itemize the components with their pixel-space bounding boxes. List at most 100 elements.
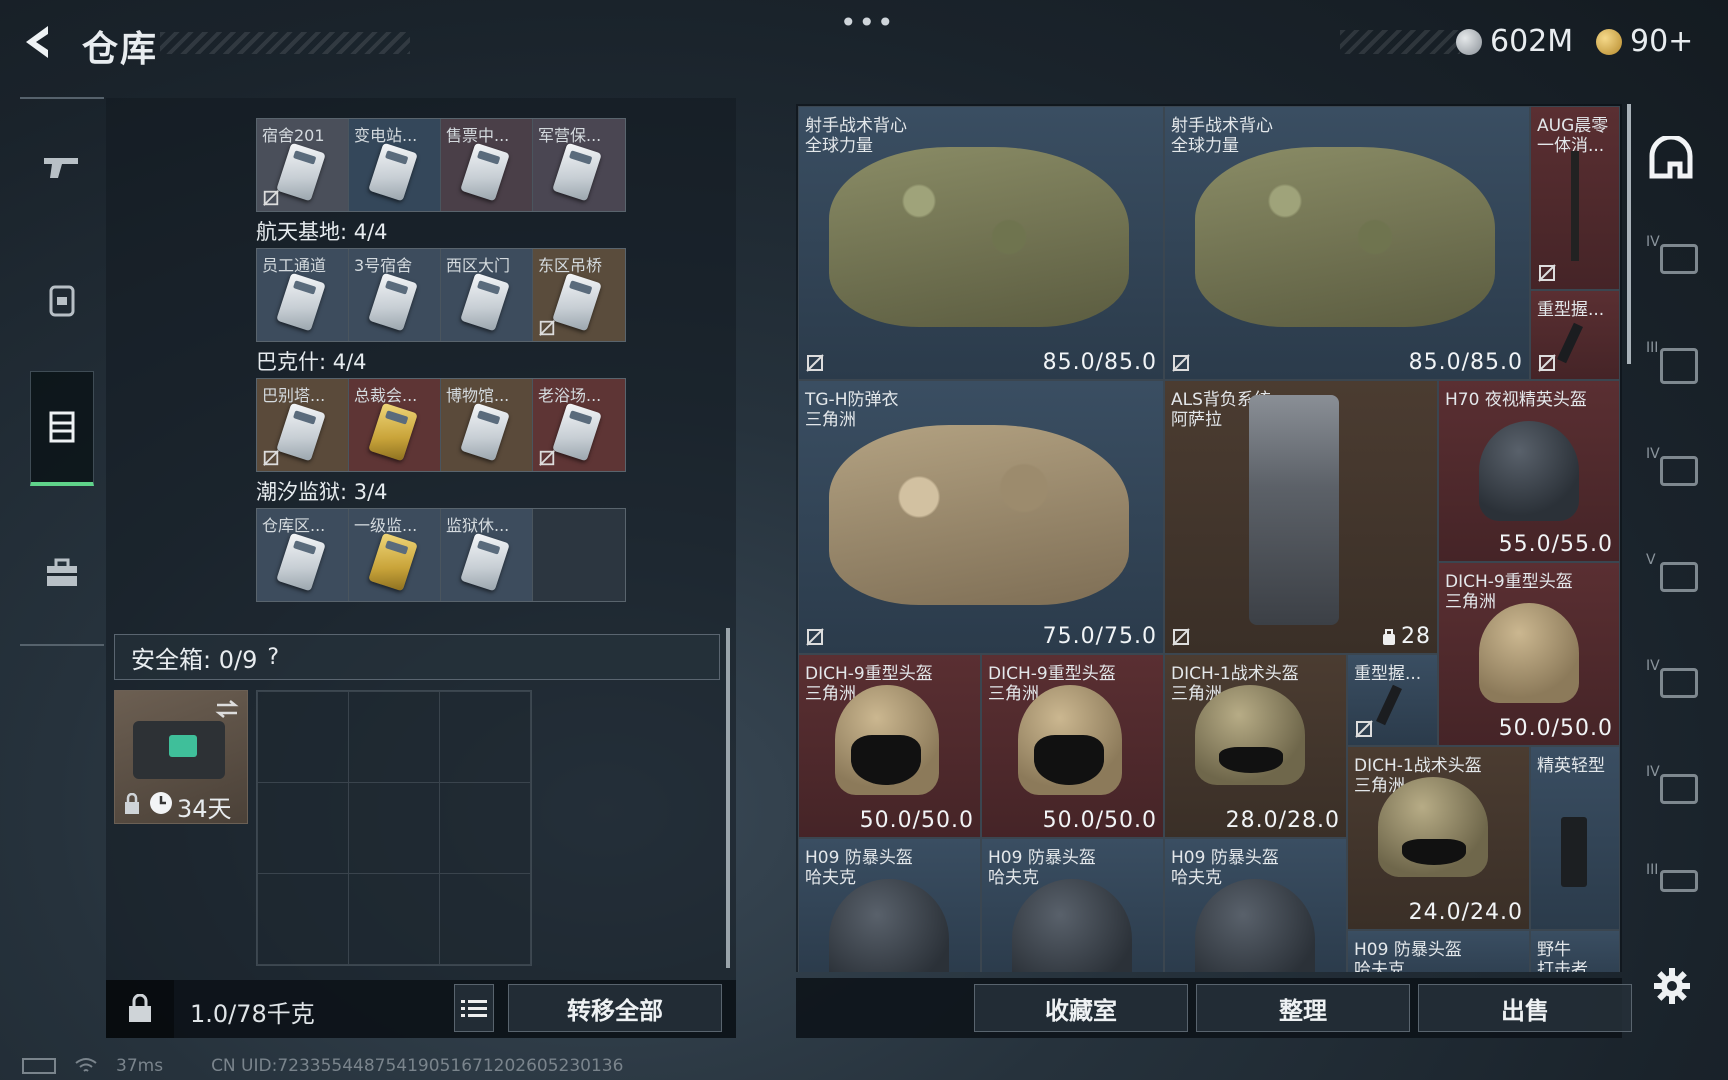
key-card[interactable]: 博物馆...	[441, 379, 533, 471]
gear-icon[interactable]	[1652, 966, 1692, 1006]
medical-tab-icon[interactable]: IV	[1646, 446, 1698, 490]
back-icon[interactable]	[18, 22, 58, 62]
item-subtitle: 哈夫克	[1354, 960, 1405, 972]
key-name: 西区大门	[446, 256, 511, 275]
item-subtitle: 三角洲	[805, 410, 856, 430]
document-tab-icon[interactable]: IV	[1646, 658, 1698, 702]
key-card[interactable]: 总裁会...	[349, 379, 441, 471]
key-card[interactable]: 西区大门	[441, 249, 533, 341]
keycard-icon	[460, 402, 510, 462]
list-icon	[461, 1000, 487, 1017]
durability: 50.0/50.0	[1042, 808, 1157, 833]
weight-label: 1.0/78千克	[190, 1000, 315, 1028]
safebox-item[interactable]: 34天	[114, 690, 248, 824]
key-card[interactable]: 员工通道	[257, 249, 349, 341]
no-lock-icon	[263, 190, 279, 206]
helmet-image	[829, 879, 949, 972]
item-dich9-helmet[interactable]: DICH-9重型头盔 三角洲 50.0/50.0	[798, 654, 981, 838]
key-card[interactable]: 一级监...	[349, 509, 441, 601]
item-bison[interactable]: 野牛 打击者...	[1530, 930, 1620, 972]
item-grip-1[interactable]: 重型握...	[1530, 290, 1620, 380]
safebox-case-icon	[133, 721, 225, 779]
item-subtitle: 三角洲	[1445, 592, 1496, 612]
durability: 85.0/85.0	[1042, 350, 1157, 375]
item-name: H70 夜视精英头盔	[1445, 390, 1587, 410]
item-h70-helmet[interactable]: H70 夜视精英头盔 55.0/55.0	[1438, 380, 1620, 562]
item-dich9-helmet[interactable]: DICH-9重型头盔 三角洲 50.0/50.0	[1438, 562, 1620, 746]
tier-label: IV	[1646, 658, 1660, 674]
backpack-tab-icon[interactable]: III	[1646, 340, 1698, 384]
key-card[interactable]: 东区吊桥	[533, 249, 625, 341]
misc-tab-icon[interactable]: III	[1646, 862, 1698, 892]
key-card[interactable]: 巴别塔...	[257, 379, 349, 471]
safebox-grid[interactable]	[256, 690, 532, 966]
item-aug[interactable]: AUG晨零 一体消...	[1530, 106, 1620, 290]
safebox-header: 安全箱: 0/9 ?	[114, 634, 720, 680]
tactical-vest-image	[1195, 147, 1495, 327]
key-card[interactable]: 军营保...	[533, 119, 625, 211]
left-scrollbar[interactable]	[726, 628, 730, 968]
weight-lock[interactable]	[106, 980, 174, 1038]
item-subtitle: 哈夫克	[1171, 868, 1222, 888]
item-grip-2[interactable]: 重型握...	[1347, 654, 1438, 746]
key-card[interactable]: 宿舍201	[257, 119, 349, 211]
item-subtitle: 全球力量	[1171, 136, 1239, 156]
item-h09-helmet[interactable]: H09 防暴头盔 哈夫克	[1347, 930, 1530, 972]
item-elite-stock[interactable]: 精英轻型	[1530, 746, 1620, 930]
item-h09-helmet[interactable]: H09 防暴头盔 哈夫克	[1164, 838, 1347, 972]
tier-label: IV	[1646, 234, 1660, 250]
helmet-image	[1479, 603, 1579, 703]
nav-containers[interactable]	[30, 371, 94, 486]
key-card[interactable]: 3号宿舍	[349, 249, 441, 341]
key-card[interactable]: 监狱休...	[441, 509, 533, 601]
durability: 50.0/50.0	[859, 808, 974, 833]
armor-tab-icon[interactable]: IV	[1646, 234, 1698, 278]
key-name: 员工通道	[262, 256, 327, 275]
key-name: 军营保...	[538, 126, 602, 145]
stash-scrollbar[interactable]	[1627, 104, 1631, 364]
no-lock-icon	[539, 450, 555, 466]
helmet-tab-icon[interactable]	[1646, 134, 1696, 180]
sell-button[interactable]: 出售	[1418, 984, 1632, 1032]
key-card[interactable]: 变电站...	[349, 119, 441, 211]
list-view-button[interactable]	[454, 984, 494, 1032]
no-lock-icon	[1172, 628, 1190, 646]
map-label: 巴克什: 4/4	[256, 350, 367, 374]
collection-room-button[interactable]: 收藏室	[974, 984, 1188, 1032]
item-h09-helmet[interactable]: H09 防暴头盔 哈夫克	[798, 838, 981, 972]
nav-weapons[interactable]	[20, 107, 104, 227]
keycard-icon	[276, 272, 326, 332]
key-name: 巴别塔...	[262, 386, 326, 405]
no-lock-icon	[263, 450, 279, 466]
help-icon[interactable]: ?	[267, 645, 279, 670]
item-h09-helmet[interactable]: H09 防暴头盔 哈夫克	[981, 838, 1164, 972]
swap-icon[interactable]	[215, 699, 239, 719]
organize-button[interactable]: 整理	[1196, 984, 1410, 1032]
nav-case[interactable]	[20, 513, 104, 633]
item-subtitle: 哈夫克	[988, 868, 1039, 888]
item-tgh-armor[interactable]: TG-H防弹衣 三角洲 75.0/75.0	[798, 380, 1164, 654]
key-card[interactable]: 仓库区...	[257, 509, 349, 601]
item-dich1-helmet[interactable]: DICH-1战术头盔 三角洲 24.0/24.0	[1347, 746, 1530, 930]
gold-currency[interactable]: 90+	[1596, 24, 1693, 59]
lock-icon	[125, 793, 139, 814]
key-name: 监狱休...	[446, 516, 510, 535]
no-lock-icon	[1538, 354, 1556, 372]
item-als-backpack[interactable]: ALS背负系统 阿萨拉 28	[1164, 380, 1438, 654]
more-icon[interactable]: •••	[840, 6, 896, 39]
empty-key-slot[interactable]	[533, 509, 625, 601]
key-tab-icon[interactable]: IV	[1646, 764, 1698, 808]
currency-decoration	[1340, 30, 1460, 54]
tactical-vest-image	[829, 147, 1129, 327]
nav-backpack[interactable]	[20, 239, 104, 359]
item-vest-2[interactable]: 射手战术背心 全球力量 85.0/85.0	[1164, 106, 1530, 380]
key-card[interactable]: 老浴场...	[533, 379, 625, 471]
tool-tab-icon[interactable]: V	[1646, 552, 1698, 596]
keycard-icon	[368, 142, 418, 202]
item-dich1-helmet[interactable]: DICH-1战术头盔 三角洲 28.0/28.0	[1164, 654, 1347, 838]
item-vest-1[interactable]: 射手战术背心 全球力量 85.0/85.0	[798, 106, 1164, 380]
item-dich9-helmet[interactable]: DICH-9重型头盔 三角洲 50.0/50.0	[981, 654, 1164, 838]
key-card[interactable]: 售票中...	[441, 119, 533, 211]
clock-icon	[150, 792, 172, 814]
transfer-all-button[interactable]: 转移全部	[508, 984, 722, 1032]
